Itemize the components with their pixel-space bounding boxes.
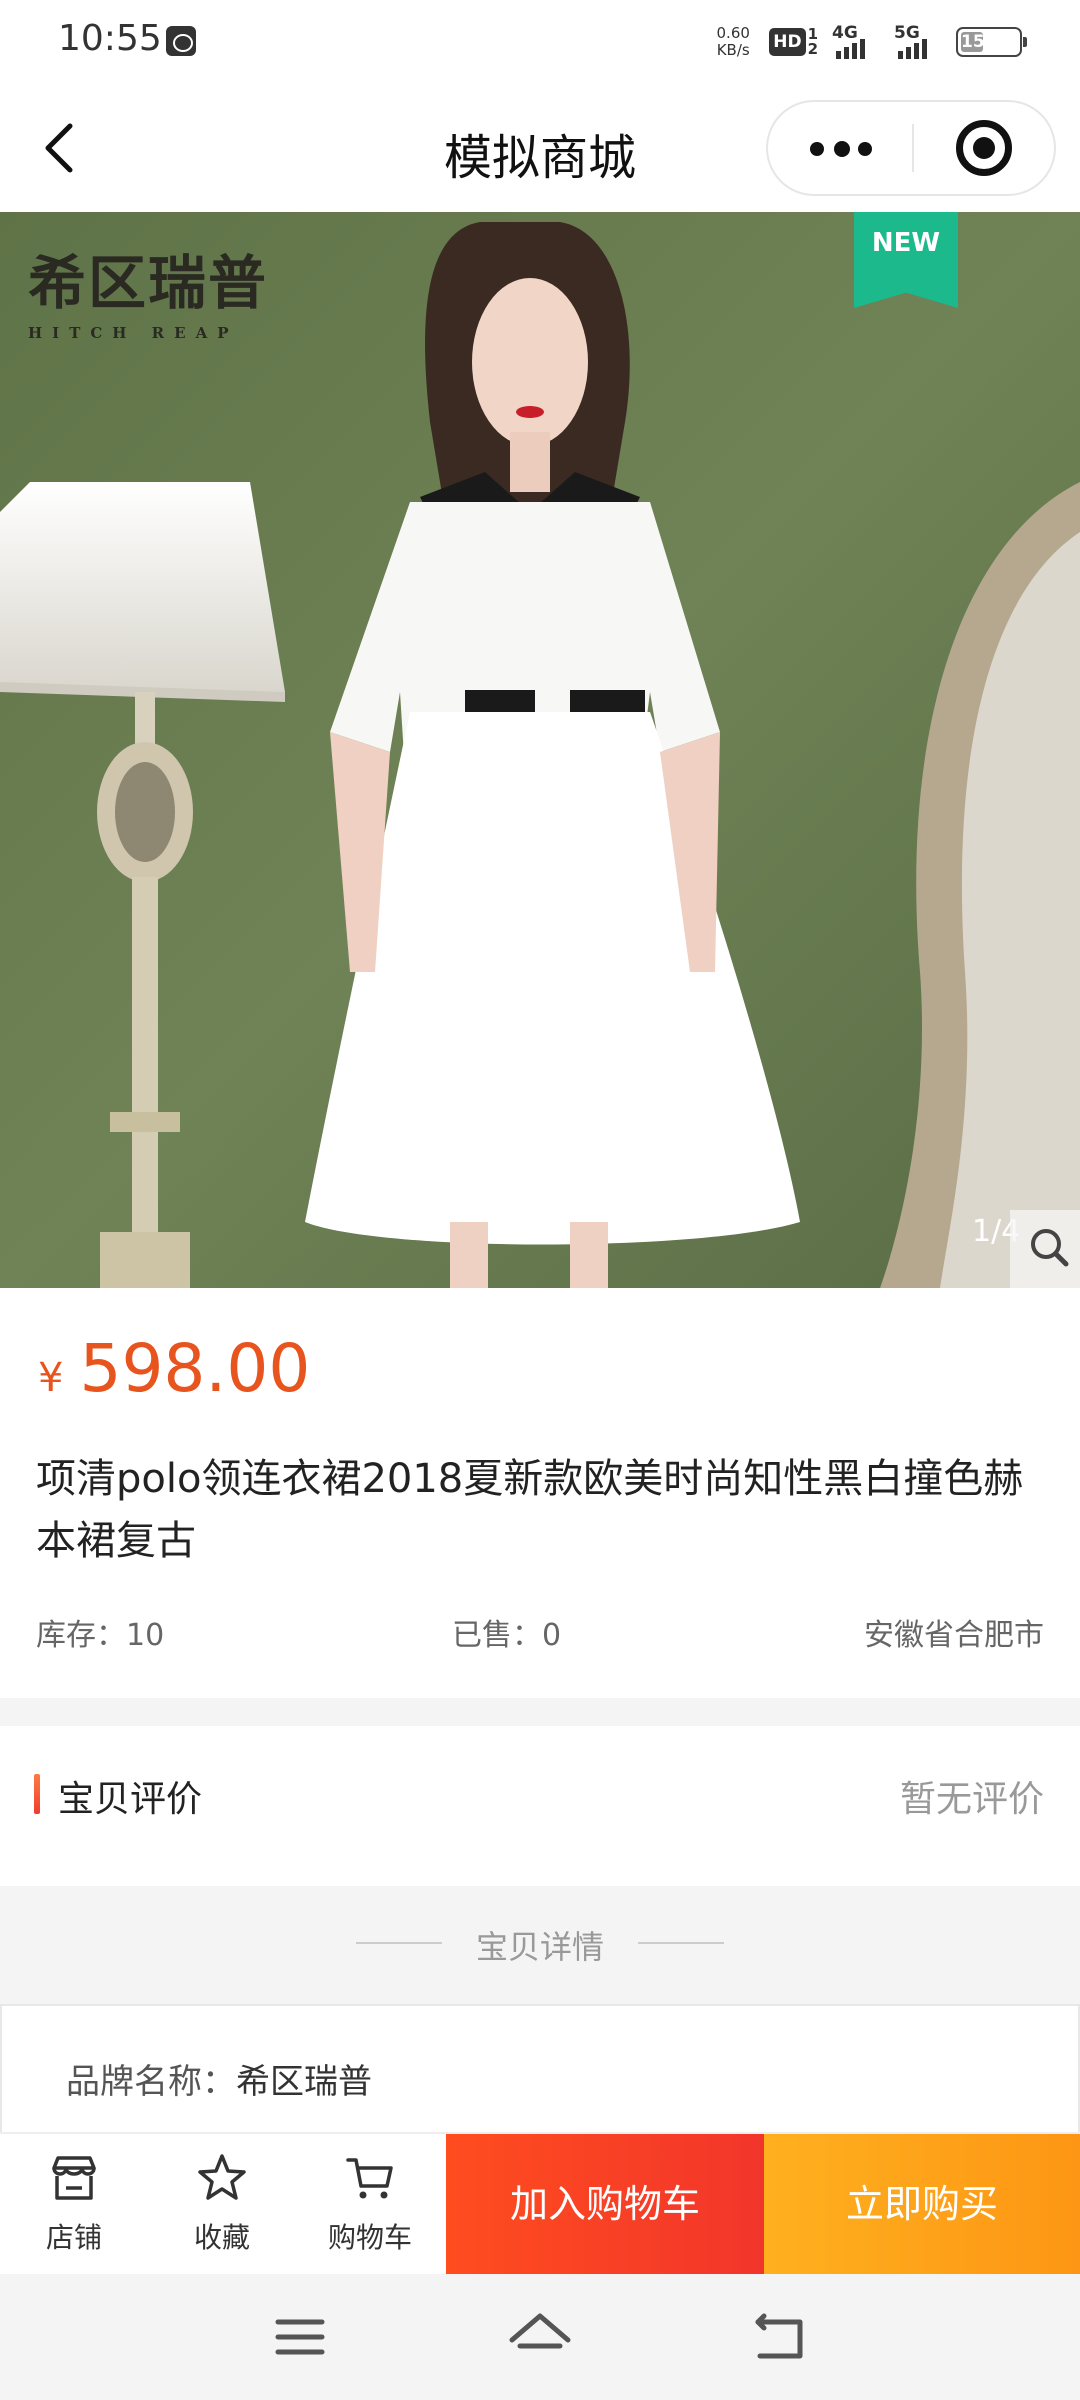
home-button[interactable] bbox=[500, 2302, 580, 2372]
network-speed-unit: KB/s bbox=[716, 41, 750, 59]
status-time: 10:55 bbox=[58, 18, 162, 59]
signal-5g-icon: 5G bbox=[894, 23, 942, 59]
product-title: 项清polo领连衣裙2018夏新款欧美时尚知性黑白撞色赫本裙复古 bbox=[36, 1456, 1024, 1564]
brand-value: 希区瑞普 bbox=[236, 2062, 372, 2102]
cart-label: 购物车 bbox=[327, 2221, 412, 2254]
star-icon bbox=[198, 2154, 246, 2200]
brand-row: 品牌名称：希区瑞普 bbox=[66, 2054, 372, 2103]
menu-button[interactable] bbox=[260, 2302, 340, 2372]
sold-count: 已售：0 bbox=[452, 1618, 562, 1653]
brand-logo: 希区瑞普 HITCH REAP bbox=[28, 236, 268, 342]
favorite-button[interactable]: 收藏 bbox=[148, 2134, 296, 2274]
new-badge-label: NEW bbox=[871, 228, 941, 258]
brand-logo-en: HITCH REAP bbox=[28, 324, 239, 342]
favorite-label: 收藏 bbox=[193, 2221, 250, 2254]
search-icon bbox=[1031, 1229, 1069, 1267]
home-icon bbox=[509, 2313, 571, 2349]
close-mini-program-button[interactable] bbox=[914, 102, 1054, 194]
menu-icon bbox=[275, 2319, 325, 2355]
reviews-title: 宝贝评价 bbox=[58, 1779, 203, 1820]
sim2-label: 2 bbox=[807, 40, 818, 58]
details-card: 品牌名称：希区瑞普 bbox=[0, 2004, 1080, 2132]
stock-count: 库存：10 bbox=[36, 1618, 165, 1653]
add-to-cart-button[interactable]: 加入购物车 bbox=[446, 2134, 764, 2274]
product-image-gallery[interactable]: 希区瑞普 HITCH REAP NEW 1/4 bbox=[0, 212, 1080, 1288]
product-meta: 库存：10 已售：0 安徽省合肥市 bbox=[36, 1610, 1044, 1654]
mini-program-capsule bbox=[766, 100, 1056, 196]
heading-line-right bbox=[638, 1942, 724, 1944]
ship-location: 安徽省合肥市 bbox=[864, 1618, 1044, 1653]
navigation-bar: 模拟商城 bbox=[0, 84, 1080, 212]
battery-icon: 15 bbox=[956, 27, 1027, 57]
signal-4g-icon: 4G bbox=[832, 23, 880, 59]
cart-button[interactable]: 购物车 bbox=[296, 2134, 444, 2274]
store-label: 店铺 bbox=[45, 2221, 102, 2254]
store-icon bbox=[52, 2156, 96, 2200]
currency-symbol: ¥ bbox=[38, 1355, 64, 1401]
buy-now-button[interactable]: 立即购买 bbox=[764, 2134, 1080, 2274]
product-photo bbox=[0, 212, 1080, 1288]
section-divider bbox=[0, 1698, 1080, 1726]
network-speed-value: 0.60 bbox=[716, 24, 750, 42]
reviews-empty-text: 暂无评价 bbox=[899, 1779, 1044, 1820]
cart-icon bbox=[346, 2158, 393, 2199]
sim-slots: 1 2 bbox=[808, 27, 818, 57]
brand-label: 品牌名称： bbox=[66, 2062, 236, 2102]
network-speed: 0.60 KB/s bbox=[711, 25, 755, 59]
system-navigation-bar bbox=[0, 2274, 1080, 2400]
app-notification-icon bbox=[166, 26, 196, 56]
product-info: ¥ 598.00 项清polo领连衣裙2018夏新款欧美时尚知性黑白撞色赫本裙复… bbox=[0, 1288, 1080, 1698]
hd-badge: HD bbox=[769, 28, 806, 56]
brand-logo-cn: 希区瑞普 bbox=[28, 249, 269, 317]
zoom-button[interactable] bbox=[1010, 1210, 1080, 1288]
hd-indicator: HD 1 2 bbox=[769, 27, 818, 57]
details-heading: 宝贝详情 bbox=[475, 1928, 604, 1966]
back-system-button[interactable] bbox=[740, 2302, 820, 2372]
price-value: 598.00 bbox=[79, 1330, 311, 1407]
back-arrow-icon bbox=[755, 2313, 803, 2359]
status-bar: 10:55 0.60 KB/s HD 1 2 4G 5G 15 bbox=[0, 0, 1080, 84]
section-accent-bar bbox=[34, 1774, 40, 1814]
product-price: ¥ 598.00 bbox=[38, 1330, 310, 1407]
reviews-section[interactable]: 宝贝评价 暂无评价 bbox=[0, 1726, 1080, 1886]
store-button[interactable]: 店铺 bbox=[0, 2134, 148, 2274]
bottom-action-bar: 店铺 收藏 购物车 加入购物车 立即购买 bbox=[0, 2132, 1080, 2274]
more-button[interactable] bbox=[768, 102, 912, 194]
battery-level: 15 bbox=[961, 32, 985, 52]
details-section: 宝贝详情 品牌名称：希区瑞普 bbox=[0, 1886, 1080, 2132]
status-indicators: 0.60 KB/s HD 1 2 4G 5G 15 bbox=[711, 22, 1027, 62]
